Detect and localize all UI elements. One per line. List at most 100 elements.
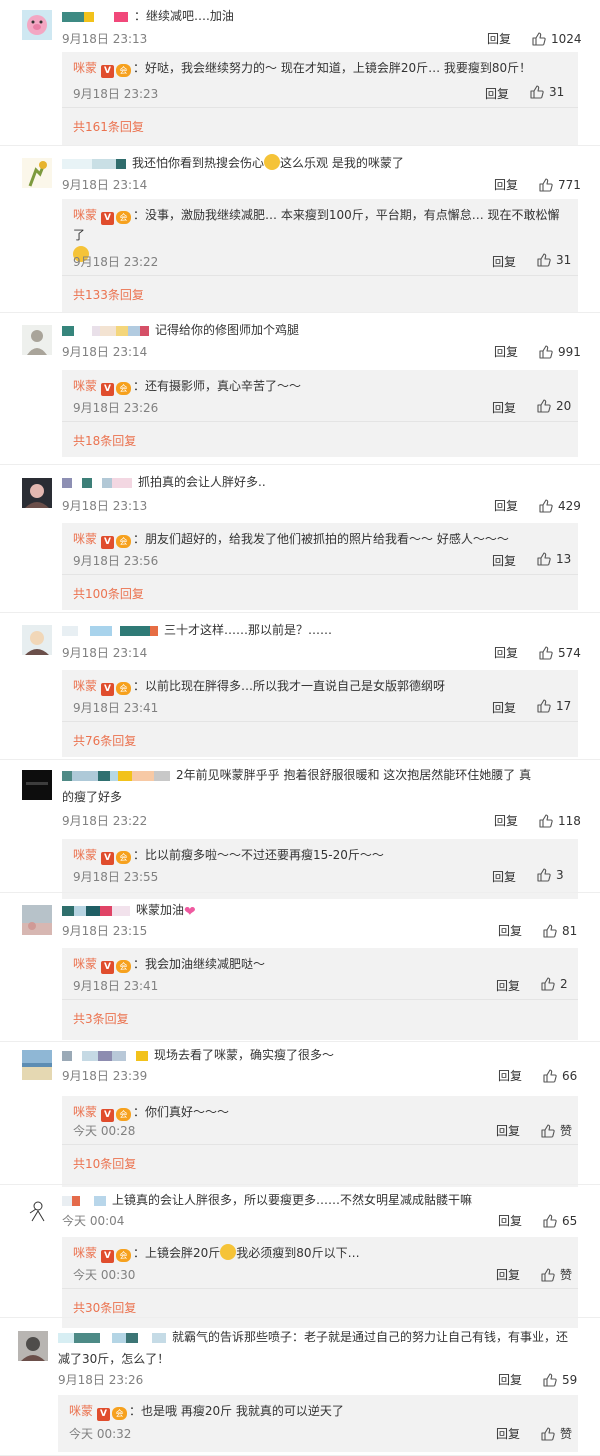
censored-username-block <box>154 770 170 781</box>
reply-box: 咪蒙 V 会：没事，激励我继续减肥… 本来瘦到100斤，平台期，有点懈怠… 现在不敢… <box>62 199 578 312</box>
reply-author[interactable]: 咪蒙 <box>73 1105 97 1119</box>
like-button[interactable]: 赞 <box>541 1122 572 1139</box>
verified-badge-icon: V <box>101 852 115 865</box>
user-avatar[interactable] <box>22 1195 52 1225</box>
user-avatar[interactable] <box>22 1050 52 1080</box>
censored-username-block <box>102 477 112 488</box>
reply-button[interactable]: 回复 <box>498 1068 522 1084</box>
view-all-replies-link[interactable]: 共10条回复 <box>73 1155 136 1172</box>
like-button[interactable]: 31 <box>537 253 571 267</box>
like-button[interactable]: 429 <box>539 498 581 514</box>
like-button[interactable]: 118 <box>539 813 581 829</box>
like-button[interactable]: 2 <box>541 977 568 991</box>
censored-username-block <box>86 905 100 916</box>
reply-author[interactable]: 咪蒙 <box>73 532 97 546</box>
like-button[interactable]: 31 <box>530 85 564 99</box>
reply-button[interactable]: 回复 <box>492 699 516 716</box>
like-count: 771 <box>558 178 581 192</box>
reply-author[interactable]: 咪蒙 <box>73 679 97 693</box>
reply-author[interactable]: 咪蒙 <box>73 848 97 862</box>
like-button[interactable]: 59 <box>543 1372 577 1388</box>
like-button[interactable]: 574 <box>539 645 581 661</box>
reply-button[interactable]: 回复 <box>492 868 516 885</box>
user-avatar[interactable] <box>22 325 52 355</box>
reply-button[interactable]: 回复 <box>494 645 518 661</box>
like-button[interactable]: 3 <box>537 868 564 882</box>
user-avatar[interactable] <box>22 478 52 508</box>
reply-button[interactable]: 回复 <box>498 923 522 939</box>
like-button[interactable]: 20 <box>537 399 571 413</box>
like-button[interactable]: 81 <box>543 923 577 939</box>
censored-username-block <box>98 770 110 781</box>
reply-button[interactable]: 回复 <box>492 253 516 270</box>
view-all-replies-link[interactable]: 共133条回复 <box>73 286 144 303</box>
reply-author[interactable]: 咪蒙 <box>73 957 97 971</box>
reply-button[interactable]: 回复 <box>492 552 516 569</box>
like-button[interactable]: 65 <box>543 1213 577 1229</box>
censored-username-block <box>150 625 158 636</box>
reply-button[interactable]: 回复 <box>494 498 518 514</box>
reply-button[interactable]: 回复 <box>496 1266 520 1283</box>
comment-item: 三十才这样……那以前是？…… 9月18日 23:14 回复 574 咪蒙 V 会：以… <box>0 613 600 760</box>
reply-button[interactable]: 回复 <box>496 1122 520 1139</box>
like-button[interactable]: 66 <box>543 1068 577 1084</box>
like-button[interactable]: 17 <box>537 699 571 713</box>
user-avatar[interactable] <box>22 770 52 800</box>
reply-button[interactable]: 回复 <box>487 31 511 47</box>
user-avatar[interactable] <box>22 10 52 40</box>
censored-username-block <box>132 770 154 781</box>
reply-author[interactable]: 咪蒙 <box>69 1404 93 1418</box>
user-avatar[interactable] <box>18 1331 48 1361</box>
view-all-replies-link[interactable]: 共18条回复 <box>73 432 136 449</box>
reply-button[interactable]: 回复 <box>494 813 518 829</box>
reply-button[interactable]: 回复 <box>498 1372 522 1388</box>
like-button[interactable]: 赞 <box>541 1266 572 1283</box>
like-button[interactable]: 13 <box>537 552 571 566</box>
reply-button[interactable]: 回复 <box>494 177 518 193</box>
comment-text-line2: 减了30斤，怎么了！ <box>58 1352 170 1366</box>
comment-time: 9月18日 23:22 <box>62 814 148 828</box>
reply-button[interactable]: 回复 <box>494 344 518 360</box>
reply-text: ：上镜会胖20斤 <box>133 1246 221 1260</box>
censored-username-block <box>116 325 128 336</box>
reply-button[interactable]: 回复 <box>496 1425 520 1442</box>
view-all-replies-link[interactable]: 共100条回复 <box>73 585 144 602</box>
censored-username-block <box>62 11 84 22</box>
heart-emoji-icon: ❤ <box>184 904 196 920</box>
thumb-up-icon <box>537 552 551 566</box>
reply-author[interactable]: 咪蒙 <box>73 379 97 393</box>
like-button[interactable]: 赞 <box>541 1425 572 1442</box>
reply-text: ：比以前瘦多啦～～不过还要再瘦15-20斤～～ <box>133 848 384 862</box>
comment-text-line2: 的瘦了好多 <box>62 790 123 804</box>
reply-button[interactable]: 回复 <box>498 1213 522 1229</box>
view-all-replies-link[interactable]: 共161条回复 <box>73 118 144 135</box>
censored-username-block <box>62 625 78 636</box>
user-avatar[interactable] <box>22 625 52 655</box>
verified-badge-icon: V <box>101 212 115 225</box>
user-avatar[interactable] <box>22 905 52 935</box>
reply-button[interactable]: 回复 <box>496 977 520 994</box>
member-badge-icon: 会 <box>116 1108 132 1121</box>
reply-author[interactable]: 咪蒙 <box>73 208 97 222</box>
view-all-replies-link[interactable]: 共30条回复 <box>73 1299 136 1316</box>
like-count: 81 <box>562 924 578 938</box>
censored-username-block <box>94 11 114 22</box>
reply-button[interactable]: 回复 <box>492 399 516 416</box>
view-all-replies-link[interactable]: 共76条回复 <box>73 732 136 749</box>
verified-badge-icon: V <box>97 1408 111 1421</box>
view-all-replies-link[interactable]: 共3条回复 <box>73 1010 129 1027</box>
reply-author[interactable]: 咪蒙 <box>73 1246 97 1260</box>
reply-author[interactable]: 咪蒙 <box>73 61 97 75</box>
like-count: 31 <box>549 85 565 99</box>
censored-username-block <box>74 325 92 336</box>
comment-time: 9月18日 23:13 <box>62 32 148 46</box>
reply-box: 咪蒙 V 会：好哒，我会继续努力的～ 现在才知道，上镜会胖20斤… 我要瘦到80斤！… <box>62 52 578 146</box>
like-button[interactable]: 771 <box>539 177 581 193</box>
reply-button[interactable]: 回复 <box>485 85 509 102</box>
like-button[interactable]: 1024 <box>532 31 582 47</box>
like-button[interactable]: 991 <box>539 344 581 360</box>
user-avatar[interactable] <box>22 158 52 188</box>
like-count: 赞 <box>560 1268 573 1282</box>
reply-time: 今天 00:32 <box>69 1427 132 1441</box>
thumb-up-icon <box>537 253 551 267</box>
